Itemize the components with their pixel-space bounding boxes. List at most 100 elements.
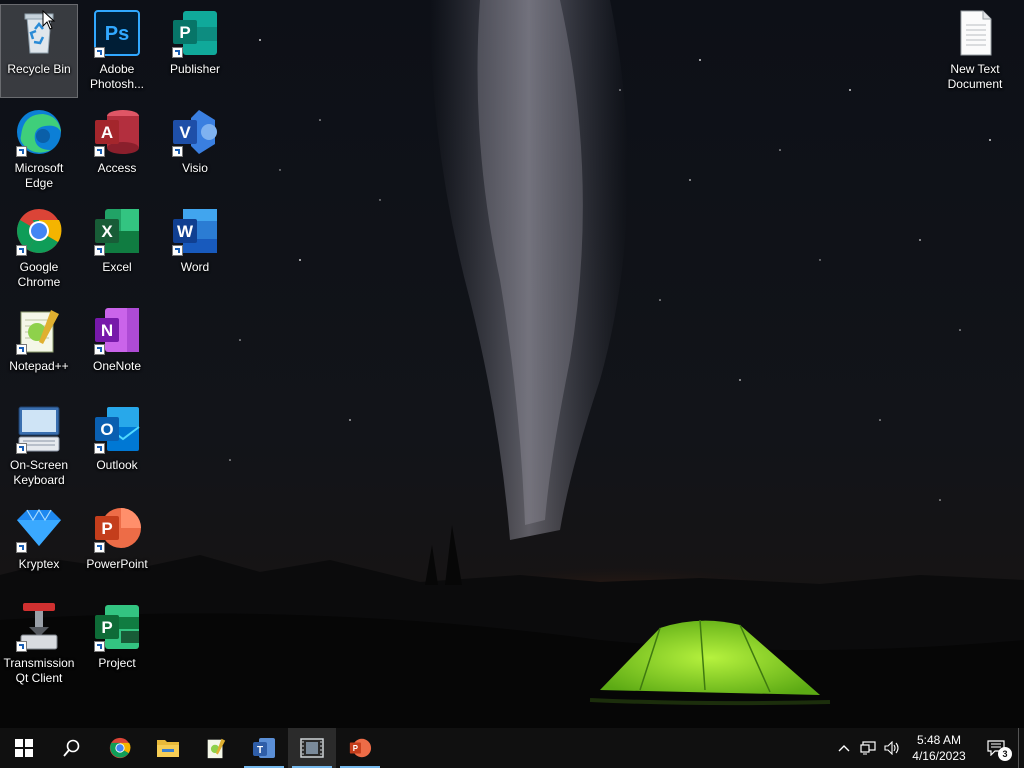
desktop-icon-label: PowerPoint [86,557,148,571]
svg-text:N: N [101,321,113,340]
taskbar-video-player[interactable] [288,728,336,768]
action-center-button[interactable]: 3 [974,728,1018,768]
desktop-icon-label: Publisher [169,62,221,76]
desktop-icon-label: Recycle Bin [7,62,71,76]
network-button[interactable] [856,728,880,768]
volume-button[interactable] [880,728,904,768]
svg-text:P: P [101,618,112,637]
svg-text:P: P [179,23,190,42]
taskbar-teams[interactable]: T [240,728,288,768]
desktop-icon-label: On-Screen Keyboard [9,458,69,487]
desktop-icon-outlook[interactable]: O Outlook [79,401,155,493]
speaker-icon [884,741,899,755]
windows-logo-icon [15,739,33,757]
shortcut-arrow-icon [94,245,105,256]
desktop-icon-label: Kryptex [18,557,60,571]
film-strip-icon [300,738,324,758]
svg-text:O: O [100,420,113,439]
chrome-icon [13,205,65,257]
notepadpp-icon [13,304,65,356]
clock-date: 4/16/2023 [912,749,966,763]
chrome-icon [109,737,131,759]
recycle-bin-icon [13,7,65,59]
desktop-icon-onenote[interactable]: N OneNote [79,302,155,394]
network-icon [860,741,876,755]
desktop-icon-new-text-document[interactable]: New Text Document [937,5,1013,97]
chevron-up-icon [838,745,850,752]
taskbar-notepadpp[interactable] [192,728,240,768]
show-hidden-icons-button[interactable] [832,728,856,768]
clock[interactable]: 5:48 AM 4/16/2023 [904,728,974,768]
shortcut-arrow-icon [16,443,27,454]
word-icon: W [169,205,221,257]
taskbar-file-explorer[interactable] [144,728,192,768]
svg-text:X: X [101,222,113,241]
desktop-icon-word[interactable]: W Word [157,203,233,295]
text-document-icon [949,7,1001,59]
shortcut-arrow-icon [172,245,183,256]
desktop-icon-label: Access [97,161,137,175]
folder-icon [157,740,179,757]
desktop-icon-recycle-bin[interactable]: Recycle Bin [0,4,78,98]
shortcut-arrow-icon [16,146,27,157]
search-icon [63,739,80,757]
publisher-icon: P [169,7,221,59]
shortcut-arrow-icon [16,542,27,553]
desktop-icon-label: OneNote [92,359,142,373]
desktop-icon-label: Adobe Photosh... [89,62,145,91]
show-desktop-button[interactable] [1018,728,1024,768]
desktop-icon-excel[interactable]: X Excel [79,203,155,295]
desktop-icon-kryptex[interactable]: Kryptex [1,500,77,592]
desktop-icon-visio[interactable]: V Visio [157,104,233,196]
svg-text:T: T [257,745,263,756]
powerpoint-icon: P [91,502,143,554]
edge-icon [13,106,65,158]
visio-icon: V [169,106,221,158]
shortcut-arrow-icon [16,245,27,256]
desktop-icon-edge[interactable]: Microsoft Edge [1,104,77,196]
desktop-icon-notepadpp[interactable]: Notepad++ [1,302,77,394]
desktop-icon-powerpoint[interactable]: P PowerPoint [79,500,155,592]
taskbar-chrome[interactable] [96,728,144,768]
desktop-icon-publisher[interactable]: P Publisher [157,5,233,97]
desktop-icon-label: Excel [102,260,132,274]
transmission-icon [13,601,65,653]
desktop-icon-chrome[interactable]: Google Chrome [1,203,77,295]
system-tray: 5:48 AM 4/16/2023 3 [832,728,1024,768]
desktop-icon-label: New Text Document [947,62,1003,91]
shortcut-arrow-icon [172,47,183,58]
shortcut-arrow-icon [94,146,105,157]
desktop-icon-label: Microsoft Edge [14,161,64,190]
desktop-icon-label: Transmission Qt Client [3,656,75,685]
mouse-cursor-icon [42,10,56,30]
svg-text:A: A [101,123,113,142]
svg-text:Ps: Ps [105,23,129,45]
desktop-icon-access[interactable]: A Access [79,104,155,196]
teams-icon: T [253,738,275,758]
project-icon: P [91,601,143,653]
shortcut-arrow-icon [16,641,27,652]
kryptex-icon [13,502,65,554]
notification-count-badge: 3 [998,747,1012,761]
svg-text:V: V [179,123,191,142]
photoshop-icon: Ps [91,7,143,59]
shortcut-arrow-icon [16,344,27,355]
powerpoint-icon: P [349,738,372,758]
start-button[interactable] [0,728,48,768]
outlook-icon: O [91,403,143,455]
shortcut-arrow-icon [172,146,183,157]
keyboard-icon [13,403,65,455]
shortcut-arrow-icon [94,47,105,58]
desktop-icon-transmission[interactable]: Transmission Qt Client [1,599,77,691]
taskbar-powerpoint[interactable]: P [336,728,384,768]
search-button[interactable] [48,728,96,768]
excel-icon: X [91,205,143,257]
onenote-icon: N [91,304,143,356]
desktop-icon-label: Visio [182,161,208,175]
access-icon: A [91,106,143,158]
desktop-icon-osk[interactable]: On-Screen Keyboard [1,401,77,493]
clock-time: 5:48 AM [916,733,962,747]
desktop-icon-photoshop[interactable]: Ps Adobe Photosh... [79,5,155,97]
desktop-icon-label: Project [98,656,136,670]
desktop-icon-project[interactable]: P Project [79,599,155,691]
